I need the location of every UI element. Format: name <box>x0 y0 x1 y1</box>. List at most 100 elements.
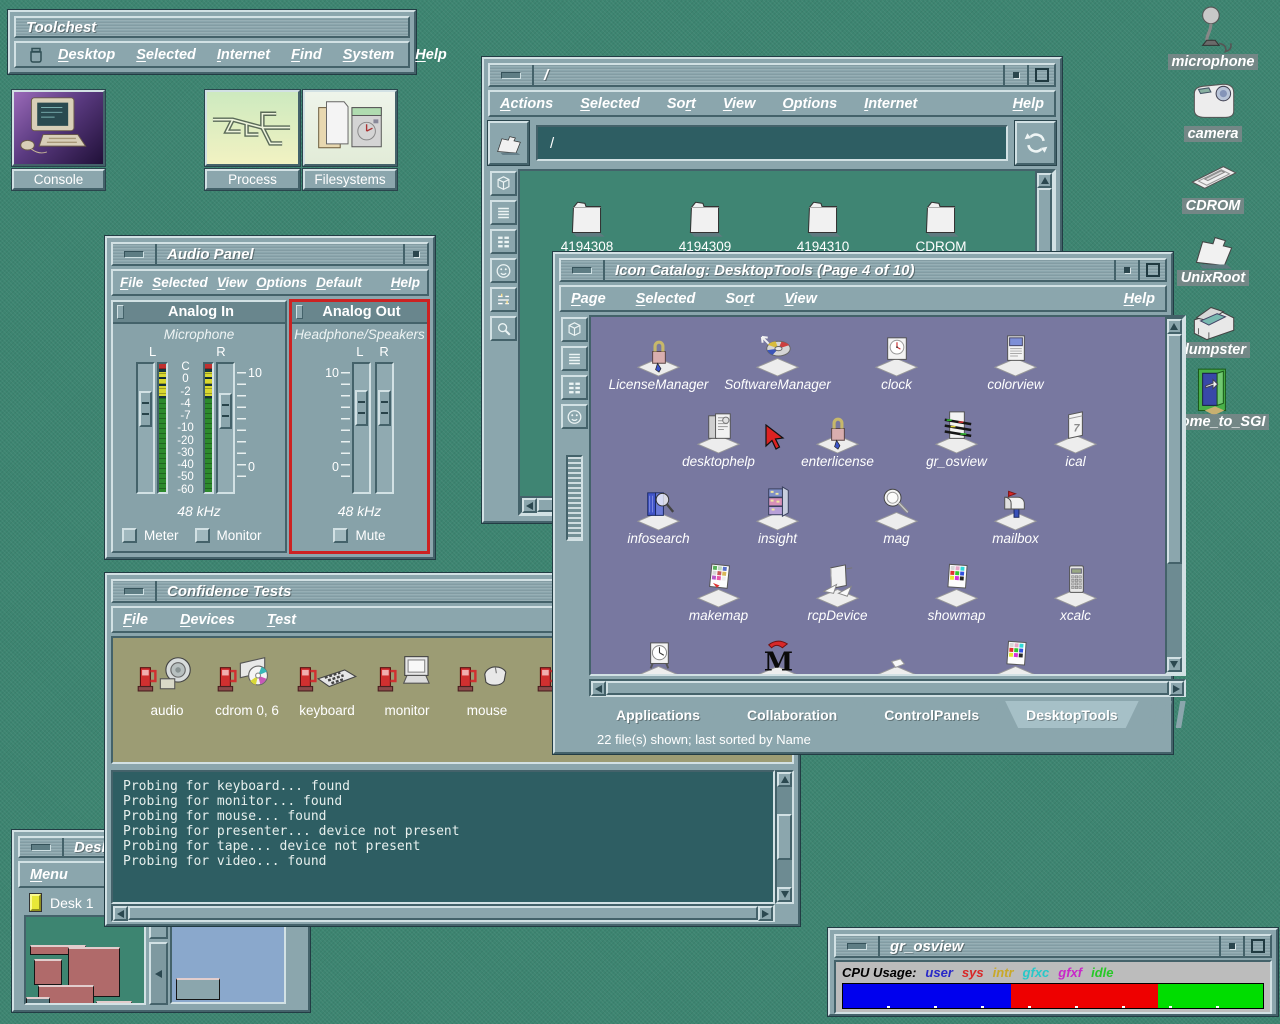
scrollbar-thumb[interactable] <box>1167 334 1182 564</box>
scroll-left-button[interactable] <box>522 498 537 513</box>
menu-item[interactable]: Internet <box>217 47 270 63</box>
menu-item[interactable]: Help <box>415 47 446 63</box>
catalog-icon-item[interactable]: mailbox <box>956 484 1075 561</box>
checkbox[interactable] <box>195 528 210 543</box>
panelview-icon[interactable] <box>490 287 517 312</box>
menu-item[interactable]: Test <box>267 612 296 628</box>
menu-item[interactable]: Options <box>256 275 307 290</box>
menu-item[interactable]: Page <box>571 291 606 307</box>
menu-item[interactable]: Desktop <box>58 47 115 63</box>
menu-item[interactable]: Selected <box>580 96 640 112</box>
window-menu-button[interactable] <box>490 65 534 85</box>
menu-item[interactable]: Selected <box>152 275 208 290</box>
maximize-button[interactable] <box>1138 260 1165 280</box>
menu-item[interactable]: Devices <box>180 612 235 628</box>
menu-item-help[interactable]: Help <box>1013 96 1044 112</box>
catalog-icon-item[interactable]: 7ical <box>1016 407 1135 484</box>
menu-item[interactable]: Find <box>291 47 322 63</box>
vertical-scrollbar[interactable] <box>1165 317 1184 674</box>
horizontal-scrollbar[interactable] <box>589 679 1186 697</box>
scrollbar-thumb[interactable] <box>1037 188 1052 258</box>
menu-item[interactable]: Sort <box>725 291 754 307</box>
scroll-left-button[interactable] <box>113 906 128 921</box>
face-icon[interactable] <box>561 404 588 429</box>
catalog-icon-item[interactable]: gr_osview <box>897 407 1016 484</box>
catalog-icon-item[interactable]: colorview <box>956 330 1075 407</box>
menu-item[interactable]: File <box>120 275 143 290</box>
device-item[interactable]: mouse <box>447 650 527 762</box>
device-item[interactable]: cdrom 0, 6 <box>207 650 287 762</box>
desktop-icon[interactable]: camera <box>1184 77 1243 142</box>
minimize-button[interactable] <box>1114 260 1138 280</box>
minimize-button[interactable] <box>403 244 427 264</box>
menu-item[interactable]: Actions <box>500 96 553 112</box>
scroll-up-button[interactable] <box>777 772 792 787</box>
window-menu-button[interactable] <box>836 936 880 956</box>
console-icon[interactable] <box>12 90 105 166</box>
menu-item[interactable]: Sort <box>667 96 696 112</box>
catalog-icon-item[interactable]: infosearch <box>599 484 718 561</box>
gain-slider-right[interactable] <box>216 362 235 494</box>
scroll-thumbwheel[interactable] <box>566 455 583 541</box>
menu-item-help[interactable]: Help <box>1124 291 1155 307</box>
catalog-icon-item[interactable] <box>599 638 718 674</box>
folder-item[interactable]: 4194310 <box>764 195 882 254</box>
catalog-icon-item[interactable]: desktophelp <box>659 407 778 484</box>
scroll-right-button[interactable] <box>1169 681 1184 696</box>
volume-slider-right[interactable] <box>375 362 394 494</box>
menu-item[interactable]: Default <box>316 275 362 290</box>
desktop-icon[interactable]: UnixRoot <box>1177 221 1249 286</box>
menu-item[interactable]: Options <box>782 96 837 112</box>
catalog-icon-item[interactable]: insight <box>718 484 837 561</box>
desktop-icon[interactable]: dumpster <box>1176 293 1250 358</box>
cube-icon[interactable] <box>561 317 588 342</box>
folder-up-button[interactable] <box>488 121 529 165</box>
scroll-up-button[interactable] <box>1167 319 1182 334</box>
file-manager-titlebar[interactable]: / <box>488 63 1056 87</box>
group-handle[interactable] <box>117 305 124 319</box>
scroll-left-button[interactable] <box>591 681 606 696</box>
menu-item[interactable]: Selected <box>136 47 196 63</box>
minimize-button[interactable] <box>1219 936 1243 956</box>
catalog-icon-item[interactable]: M <box>718 638 837 674</box>
scroll-right-button[interactable] <box>758 906 773 921</box>
window-menu-button[interactable] <box>113 581 157 601</box>
gr-osview-titlebar[interactable]: gr_osview <box>834 934 1272 958</box>
window-menu-button[interactable] <box>561 260 605 280</box>
device-item[interactable]: monitor <box>367 650 447 762</box>
filesystems-launcher[interactable]: Filesystems <box>303 90 397 190</box>
catalog-icon-item[interactable]: mag <box>837 484 956 561</box>
window-menu-button[interactable] <box>20 838 64 856</box>
group-handle[interactable] <box>296 305 303 319</box>
checkbox[interactable] <box>122 528 137 543</box>
menu-item[interactable]: Internet <box>864 96 917 112</box>
menu-item[interactable]: System <box>343 47 395 63</box>
catalog-icon-item[interactable]: rcpDevice <box>778 561 897 638</box>
maximize-button[interactable] <box>1243 936 1270 956</box>
menu-item[interactable]: View <box>217 275 247 290</box>
catalog-icon-item[interactable]: enterlicense <box>778 407 897 484</box>
catalog-tab[interactable]: Collaboration <box>726 701 858 728</box>
slider-handle[interactable] <box>219 393 232 429</box>
device-item[interactable]: keyboard <box>287 650 367 762</box>
icon-catalog-titlebar[interactable]: Icon Catalog: DesktopTools (Page 4 of 10… <box>559 258 1167 282</box>
filesystems-icon[interactable] <box>303 90 397 166</box>
sash-handle[interactable] <box>149 942 168 1005</box>
catalog-icon-item[interactable]: LicenseManager <box>599 330 718 407</box>
catalog-icon-item[interactable]: SoftwareManager <box>718 330 837 407</box>
console-launcher[interactable]: Console <box>12 90 105 190</box>
catalog-tab[interactable]: DesktopTools <box>1005 701 1139 728</box>
listview-icon[interactable] <box>490 200 517 225</box>
process-launcher[interactable]: Process <box>205 90 300 190</box>
desktop-icon[interactable]: microphone <box>1168 5 1259 70</box>
catalog-icon-item[interactable]: xcalc <box>1016 561 1135 638</box>
catalog-tab[interactable]: Applications <box>595 701 721 728</box>
menu-item[interactable]: Selected <box>636 291 696 307</box>
folder-item[interactable]: CDROM <box>882 195 1000 254</box>
checkbox[interactable] <box>333 528 348 543</box>
menu-item[interactable]: Menu <box>30 867 68 883</box>
slider-handle[interactable] <box>355 390 368 426</box>
search-icon[interactable] <box>490 316 517 341</box>
catalog-tab[interactable]: ControlPanels <box>863 701 1000 728</box>
recycle-button[interactable] <box>1015 121 1056 165</box>
